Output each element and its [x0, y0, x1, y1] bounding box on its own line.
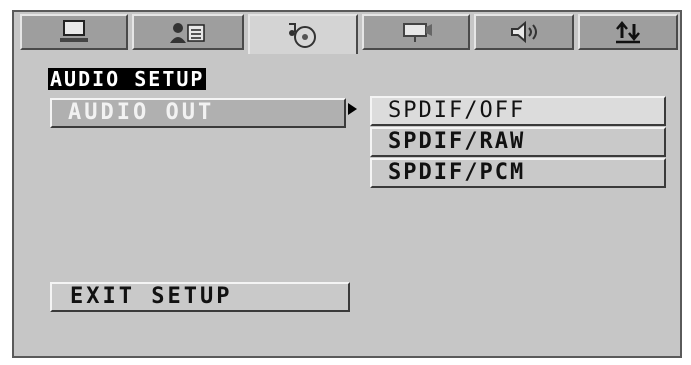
tab-preference[interactable] [578, 14, 678, 50]
tab-speaker[interactable] [474, 14, 574, 50]
submenu-arrow-icon [348, 103, 357, 115]
speaker-icon [511, 20, 537, 44]
tab-video[interactable] [362, 14, 470, 50]
option-spdif-pcm[interactable]: SPDIF/PCM [370, 158, 666, 188]
monitor-icon [60, 20, 88, 42]
option-spdif-raw[interactable]: SPDIF/RAW [370, 127, 666, 157]
video-icon [403, 23, 432, 42]
audio-out-menu-item[interactable]: AUDIO OUT [50, 98, 346, 128]
page-title: AUDIO SETUP [48, 67, 207, 91]
language-icon [170, 23, 205, 43]
option-spdif-off[interactable]: SPDIF/OFF [370, 96, 666, 126]
sort-arrows-icon [616, 21, 640, 44]
disc-audio-icon [289, 23, 316, 48]
setup-screen: AUDIO SETUP AUDIO OUT SPDIF/OFF SPDIF/RA… [12, 10, 682, 358]
exit-setup-button[interactable]: EXIT SETUP [50, 282, 350, 312]
tab-bar [20, 14, 678, 54]
tab-audio[interactable] [248, 14, 358, 54]
tab-general[interactable] [20, 14, 128, 50]
tab-language[interactable] [132, 14, 244, 50]
